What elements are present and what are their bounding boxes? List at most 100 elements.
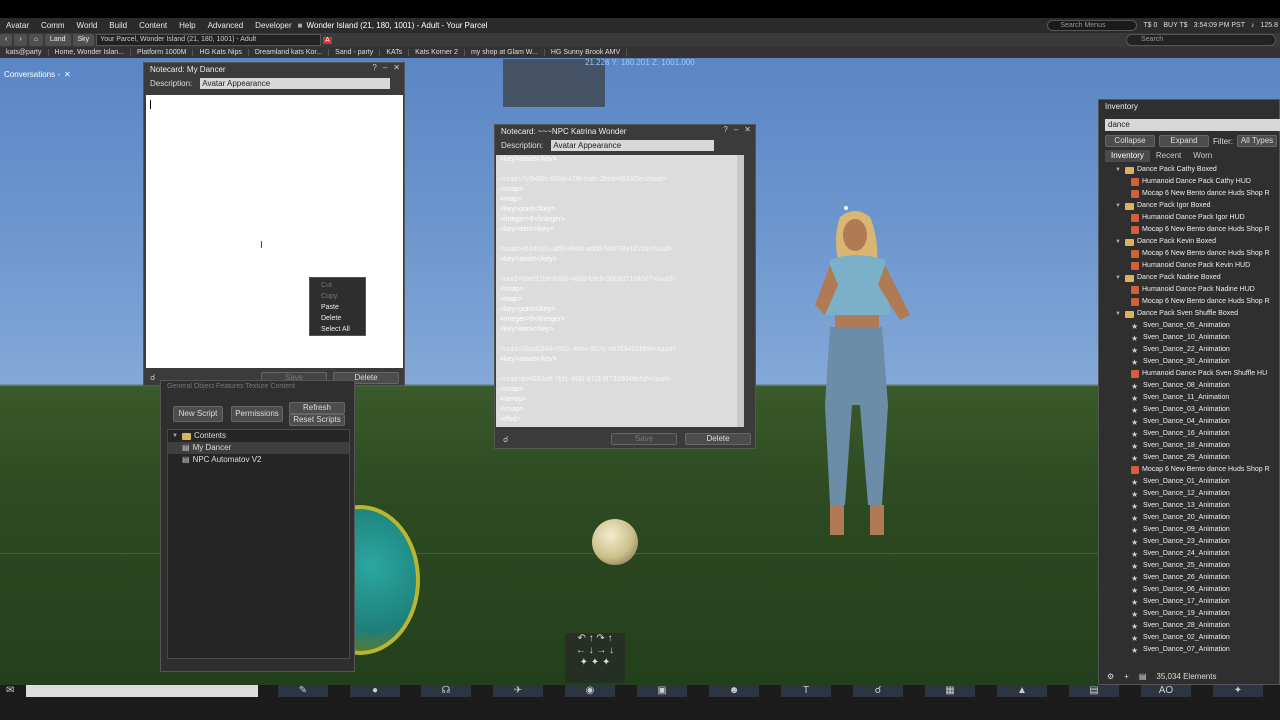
chat-input[interactable] (26, 685, 258, 697)
sky-button[interactable]: Sky (72, 34, 95, 46)
menu-world[interactable]: World (71, 21, 104, 30)
inventory-item[interactable]: ★ Sven_Dance_16_Animation (1105, 428, 1280, 440)
menu-developer[interactable]: Developer (249, 21, 297, 30)
back-icon[interactable]: ‹ (0, 34, 13, 46)
inventory-item[interactable]: Humanoid Dance Pack Igor HUD (1105, 212, 1280, 224)
buy-currency-button[interactable]: BUY T$ (1163, 22, 1187, 29)
menu-comm[interactable]: Comm (35, 21, 71, 30)
headset-icon[interactable]: ☊ (421, 685, 471, 697)
inventory-item[interactable]: ★ Sven_Dance_23_Animation (1105, 536, 1280, 548)
tab-recent[interactable]: Recent (1150, 150, 1187, 162)
inventory-folder[interactable]: ▼ Dance Pack Nadine Boxed (1105, 272, 1280, 284)
search-input[interactable]: Search (1126, 34, 1276, 46)
inventory-search-input[interactable]: dance (1105, 119, 1280, 131)
movement-controls[interactable]: ↶ ↑ ↷ ↑ ← ↓ → ↓ ✦ ✦ ✦ (565, 633, 625, 683)
minimize-icon[interactable]: – (383, 63, 387, 72)
inventory-item[interactable]: ★ Sven_Dance_02_Animation (1105, 632, 1280, 644)
list-item[interactable]: ▤ NPC Automatov V2 (168, 454, 349, 466)
save-button[interactable]: Save (611, 433, 677, 445)
new-script-button[interactable]: New Script (173, 406, 223, 422)
description-input[interactable]: Avatar Appearance (551, 140, 715, 151)
conversations-button-icon[interactable]: ✎ (278, 685, 328, 697)
vertical-scrollbar[interactable] (737, 155, 744, 427)
inventory-item[interactable]: ★ Sven_Dance_06_Animation (1105, 584, 1280, 596)
chevron-down-icon[interactable]: ▼ (1115, 200, 1122, 212)
menu-avatar[interactable]: Avatar (0, 21, 35, 30)
search-icon[interactable]: ☌ (853, 685, 903, 697)
all-types-dropdown[interactable]: All Types (1237, 135, 1277, 147)
inventory-item[interactable]: Mocap 6 New Bento dance Huds Shop R (1105, 464, 1280, 476)
move-arrows-bottom[interactable]: ✦ ✦ ✦ (565, 657, 625, 669)
inventory-folder[interactable]: ▼ Dance Pack Cathy Boxed (1105, 164, 1280, 176)
menu-content[interactable]: Content (133, 21, 173, 30)
favorite-item[interactable]: KATs (380, 49, 410, 56)
menu-item-select-all[interactable]: Select All (310, 324, 365, 335)
appearance-icon[interactable]: ▲ (997, 685, 1047, 697)
notecard-code-editor[interactable]: <key>asset</key> <uuid>7cf945fc-635d-47f6… (496, 155, 744, 427)
location-input[interactable]: Your Parcel, Wonder Island (21, 180, 100… (96, 34, 322, 46)
menu-item-delete[interactable]: Delete (310, 313, 365, 324)
list-item[interactable]: ▤ My Dancer (168, 442, 349, 454)
description-input[interactable]: Avatar Appearance (200, 78, 391, 89)
inventory-item[interactable]: Humanoid Dance Pack Nadine HUD (1105, 284, 1280, 296)
inventory-item[interactable]: ★ Sven_Dance_10_Animation (1105, 332, 1280, 344)
conversations-floater[interactable]: Conversations - ✕ (4, 68, 108, 81)
inventory-floater[interactable]: Inventory dance Collapse Expand Filter: … (1098, 99, 1280, 685)
snapshot-icon[interactable]: ▣ (637, 685, 687, 697)
speaker-icon[interactable]: ♪ (1251, 22, 1255, 29)
inventory-item[interactable]: Mocap 6 New Bento dance Huds Shop R (1105, 296, 1280, 308)
favorite-item[interactable]: kats@party (0, 49, 49, 56)
inventory-item[interactable]: ★ Sven_Dance_17_Animation (1105, 596, 1280, 608)
inventory-list[interactable]: ▼ Dance Pack Cathy Boxed Humanoid Dance Pa… (1105, 164, 1280, 659)
inventory-item[interactable]: ★ Sven_Dance_22_Animation (1105, 344, 1280, 356)
delete-button[interactable]: Delete (685, 433, 751, 445)
chevron-down-icon[interactable]: ▼ (1115, 308, 1122, 320)
inventory-item[interactable]: ★ Sven_Dance_03_Animation (1105, 404, 1280, 416)
avatar-figure[interactable] (790, 205, 920, 550)
collapse-button[interactable]: Collapse (1105, 135, 1155, 147)
inventory-icon[interactable]: ▤ (1069, 685, 1119, 697)
search-icon[interactable]: ☌ (150, 373, 155, 382)
parcel-icon[interactable]: ■ (298, 21, 303, 30)
gear-icon[interactable]: ⚙ (1107, 672, 1114, 681)
inventory-item[interactable]: ★ Sven_Dance_01_Animation (1105, 476, 1280, 488)
favorite-item[interactable]: Home, Wonder Islan... (49, 49, 132, 56)
folder-contents[interactable]: ▼ Contents (168, 430, 349, 442)
refresh-button[interactable]: Refresh (289, 402, 345, 414)
land-button[interactable]: Land (44, 34, 71, 46)
inventory-item[interactable]: ★ Sven_Dance_09_Animation (1105, 524, 1280, 536)
inventory-item[interactable]: ★ Sven_Dance_12_Animation (1105, 488, 1280, 500)
ao-button[interactable]: AO (1141, 685, 1191, 697)
trash-icon[interactable]: ▤ (1139, 672, 1147, 681)
favorite-item[interactable]: HG Sunny Brook AMV (545, 49, 628, 56)
search-icon[interactable]: ☌ (503, 435, 508, 444)
forward-icon[interactable]: › (14, 34, 27, 46)
object-tabs[interactable]: General Object Features Texture Content (167, 383, 295, 390)
voice-icon[interactable]: ● (350, 685, 400, 697)
move-arrows-middle[interactable]: ← ↓ → ↓ (565, 645, 625, 657)
inventory-item[interactable]: Mocap 6 New Bento dance Huds Shop R (1105, 188, 1280, 200)
inventory-item[interactable]: ★ Sven_Dance_26_Animation (1105, 572, 1280, 584)
titlebar[interactable]: Inventory (1099, 100, 1279, 113)
inventory-item[interactable]: Humanoid Dance Pack Kevin HUD (1105, 260, 1280, 272)
tab-worn[interactable]: Worn (1187, 150, 1218, 162)
permissions-button[interactable]: Permissions (231, 406, 283, 422)
expand-button[interactable]: Expand (1159, 135, 1209, 147)
chevron-down-icon[interactable]: ▼ (172, 430, 179, 442)
chevron-down-icon[interactable]: ▼ (1115, 272, 1122, 284)
inventory-item[interactable]: ★ Sven_Dance_28_Animation (1105, 620, 1280, 632)
close-icon[interactable]: ✕ (744, 125, 751, 134)
menu-item-paste[interactable]: Paste (310, 302, 365, 313)
inventory-item[interactable]: ★ Sven_Dance_20_Animation (1105, 512, 1280, 524)
inventory-folder[interactable]: ▼ Dance Pack Sven Shuffle Boxed (1105, 308, 1280, 320)
fly-icon[interactable]: ✦ (1213, 685, 1263, 697)
inventory-folder[interactable]: ▼ Dance Pack Kevin Boxed (1105, 236, 1280, 248)
titlebar[interactable]: Notecard: ~~~NPC Katrina Wonder ? – ✕ (495, 125, 755, 138)
favorite-item[interactable]: Dreamland kats Kor... (249, 49, 330, 56)
inventory-item[interactable]: ★ Sven_Dance_05_Animation (1105, 320, 1280, 332)
inventory-item[interactable]: ★ Sven_Dance_24_Animation (1105, 548, 1280, 560)
add-icon[interactable]: + (1124, 672, 1129, 681)
help-icon[interactable]: ? (723, 125, 727, 134)
reset-scripts-button[interactable]: Reset Scripts (289, 414, 345, 426)
chat-icon[interactable]: ✉ (6, 685, 14, 696)
